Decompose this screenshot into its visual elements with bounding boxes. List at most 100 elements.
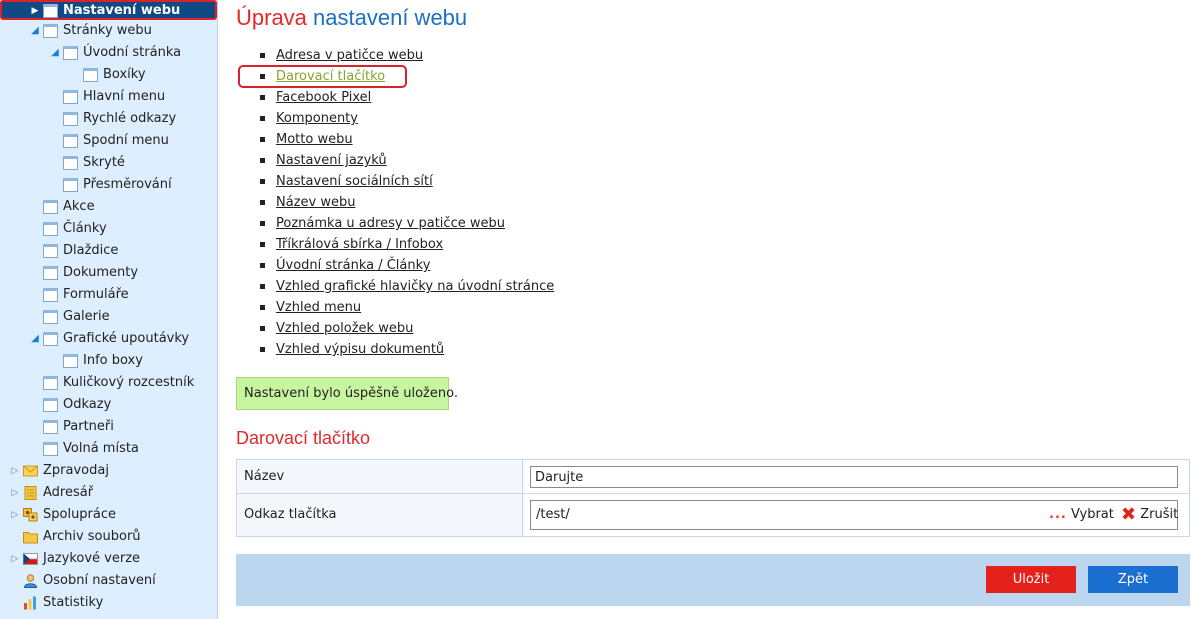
sidebar-item[interactable]: Hlavní menu <box>0 86 217 108</box>
sidebar-item-label: Info boxy <box>83 353 143 368</box>
name-value-cell <box>524 460 1189 493</box>
sidebar-item-label: Rychlé odkazy <box>83 111 177 126</box>
clear-button[interactable]: ✖ Zrušit <box>1121 501 1178 529</box>
sidebar-item-label: Spodní menu <box>83 133 169 148</box>
sidebar-item[interactable]: Volná místa <box>0 438 217 460</box>
settings-link[interactable]: Úvodní stránka / Články <box>276 258 430 273</box>
sidebar-item[interactable]: Odkazy <box>0 394 217 416</box>
sidebar-item[interactable]: Galerie <box>0 306 217 328</box>
envelope-icon <box>23 464 38 478</box>
settings-link-item: Vzhled menu <box>256 297 554 318</box>
tree-toggle-icon[interactable]: ◢ <box>30 20 40 42</box>
sidebar-item-label: Zpravodaj <box>43 463 109 478</box>
sidebar-item[interactable]: Statistiky <box>0 592 217 614</box>
tree-toggle-icon[interactable]: ▷ <box>10 548 20 570</box>
settings-link-item: Facebook Pixel <box>256 87 554 108</box>
save-button[interactable]: Uložit <box>986 566 1076 593</box>
user-icon <box>23 574 38 588</box>
sidebar-item-label: Dlaždice <box>63 243 119 258</box>
settings-link[interactable]: Motto webu <box>276 132 353 147</box>
sidebar-item-label: Formuláře <box>63 287 129 302</box>
sidebar-item[interactable]: Boxíky <box>0 64 217 86</box>
settings-link[interactable]: Vzhled výpisu dokumentů <box>276 342 444 357</box>
settings-link[interactable]: Facebook Pixel <box>276 90 371 105</box>
sidebar-item[interactable]: Rychlé odkazy <box>0 108 217 130</box>
sidebar-item-label: Skryté <box>83 155 125 170</box>
close-icon: ✖ <box>1121 504 1137 525</box>
page-icon <box>43 200 58 214</box>
settings-link[interactable]: Komponenty <box>276 111 358 126</box>
settings-link[interactable]: Tříkrálová sbírka / Infobox <box>276 237 443 252</box>
link-field[interactable]: /test/ ... Vybrat ✖ Zrušit <box>530 500 1178 530</box>
settings-link-item: Adresa v patičce webu <box>256 45 554 66</box>
page-icon <box>63 178 78 192</box>
sidebar-item[interactable]: Info boxy <box>0 350 217 372</box>
link-label: Odkaz tlačítka <box>237 494 523 536</box>
sidebar-item[interactable]: Dlaždice <box>0 240 217 262</box>
settings-link-item: Motto webu <box>256 129 554 150</box>
tree-toggle-icon[interactable]: ▶ <box>30 2 40 20</box>
sidebar-item[interactable]: Skryté <box>0 152 217 174</box>
settings-link[interactable]: Nastavení jazyků <box>276 153 387 168</box>
tree-toggle-icon[interactable]: ▷ <box>10 482 20 504</box>
settings-link[interactable]: Poznámka u adresy v patičce webu <box>276 216 505 231</box>
sidebar-item[interactable]: Osobní nastavení <box>0 570 217 592</box>
sidebar-item[interactable]: Spodní menu <box>0 130 217 152</box>
settings-link[interactable]: Vzhled grafické hlavičky na úvodní strán… <box>276 279 554 294</box>
tree-toggle-icon[interactable]: ◢ <box>30 328 40 350</box>
settings-link-item: Poznámka u adresy v patičce webu <box>256 213 554 234</box>
sidebar-item[interactable]: Archiv souborů <box>0 526 217 548</box>
sidebar-item[interactable]: Přesměrování <box>0 174 217 196</box>
tree-toggle-icon[interactable]: ▷ <box>10 504 20 526</box>
settings-link[interactable]: Vzhled položek webu <box>276 321 413 336</box>
sidebar-item[interactable]: Dokumenty <box>0 262 217 284</box>
form-row-link: Odkaz tlačítka /test/ ... Vybrat ✖ Zruši… <box>237 494 1189 536</box>
settings-link[interactable]: Nastavení sociálních sítí <box>276 174 433 189</box>
sidebar-item[interactable]: ▷ Spolupráce <box>0 504 217 526</box>
page-icon <box>43 376 58 390</box>
sidebar-item[interactable]: Kuličkový rozcestník <box>0 372 217 394</box>
sidebar-item[interactable]: ▷ Zpravodaj <box>0 460 217 482</box>
sidebar-item[interactable]: Akce <box>0 196 217 218</box>
settings-link[interactable]: Adresa v patičce webu <box>276 48 423 63</box>
sidebar-item[interactable]: ◢ Stránky webu <box>0 20 217 42</box>
sidebar-item-label: Odkazy <box>63 397 112 412</box>
settings-link[interactable]: Darovací tlačítko <box>276 69 385 84</box>
sidebar-item[interactable]: Články <box>0 218 217 240</box>
page-icon <box>43 24 58 38</box>
sidebar-item[interactable]: ▶ Nastavení webu <box>0 0 217 20</box>
name-input[interactable] <box>530 466 1178 488</box>
settings-link[interactable]: Název webu <box>276 195 355 210</box>
tree-toggle-icon[interactable]: ◢ <box>50 42 60 64</box>
settings-link-item: Tříkrálová sbírka / Infobox <box>256 234 554 255</box>
page-icon <box>43 288 58 302</box>
sidebar-item[interactable]: ◢ Úvodní stránka <box>0 42 217 64</box>
ellipsis-icon: ... <box>1049 507 1067 522</box>
sidebar-item[interactable]: Partneři <box>0 416 217 438</box>
tree-toggle-icon[interactable]: ▷ <box>10 460 20 482</box>
sidebar-item[interactable]: ◢ Grafické upoutávky <box>0 328 217 350</box>
back-button[interactable]: Zpět <box>1088 566 1178 593</box>
sidebar-item[interactable]: ▷ Jazykové verze <box>0 548 217 570</box>
sidebar-item[interactable]: ▷ Adresář <box>0 482 217 504</box>
settings-link[interactable]: Vzhled menu <box>276 300 361 315</box>
sidebar-item[interactable]: Formuláře <box>0 284 217 306</box>
page-icon <box>43 310 58 324</box>
name-label: Název <box>237 460 523 493</box>
pick-button[interactable]: ... Vybrat <box>1049 501 1114 529</box>
settings-link-item: Vzhled položek webu <box>256 318 554 339</box>
success-message: Nastavení bylo úspěšně uloženo. <box>236 377 458 410</box>
